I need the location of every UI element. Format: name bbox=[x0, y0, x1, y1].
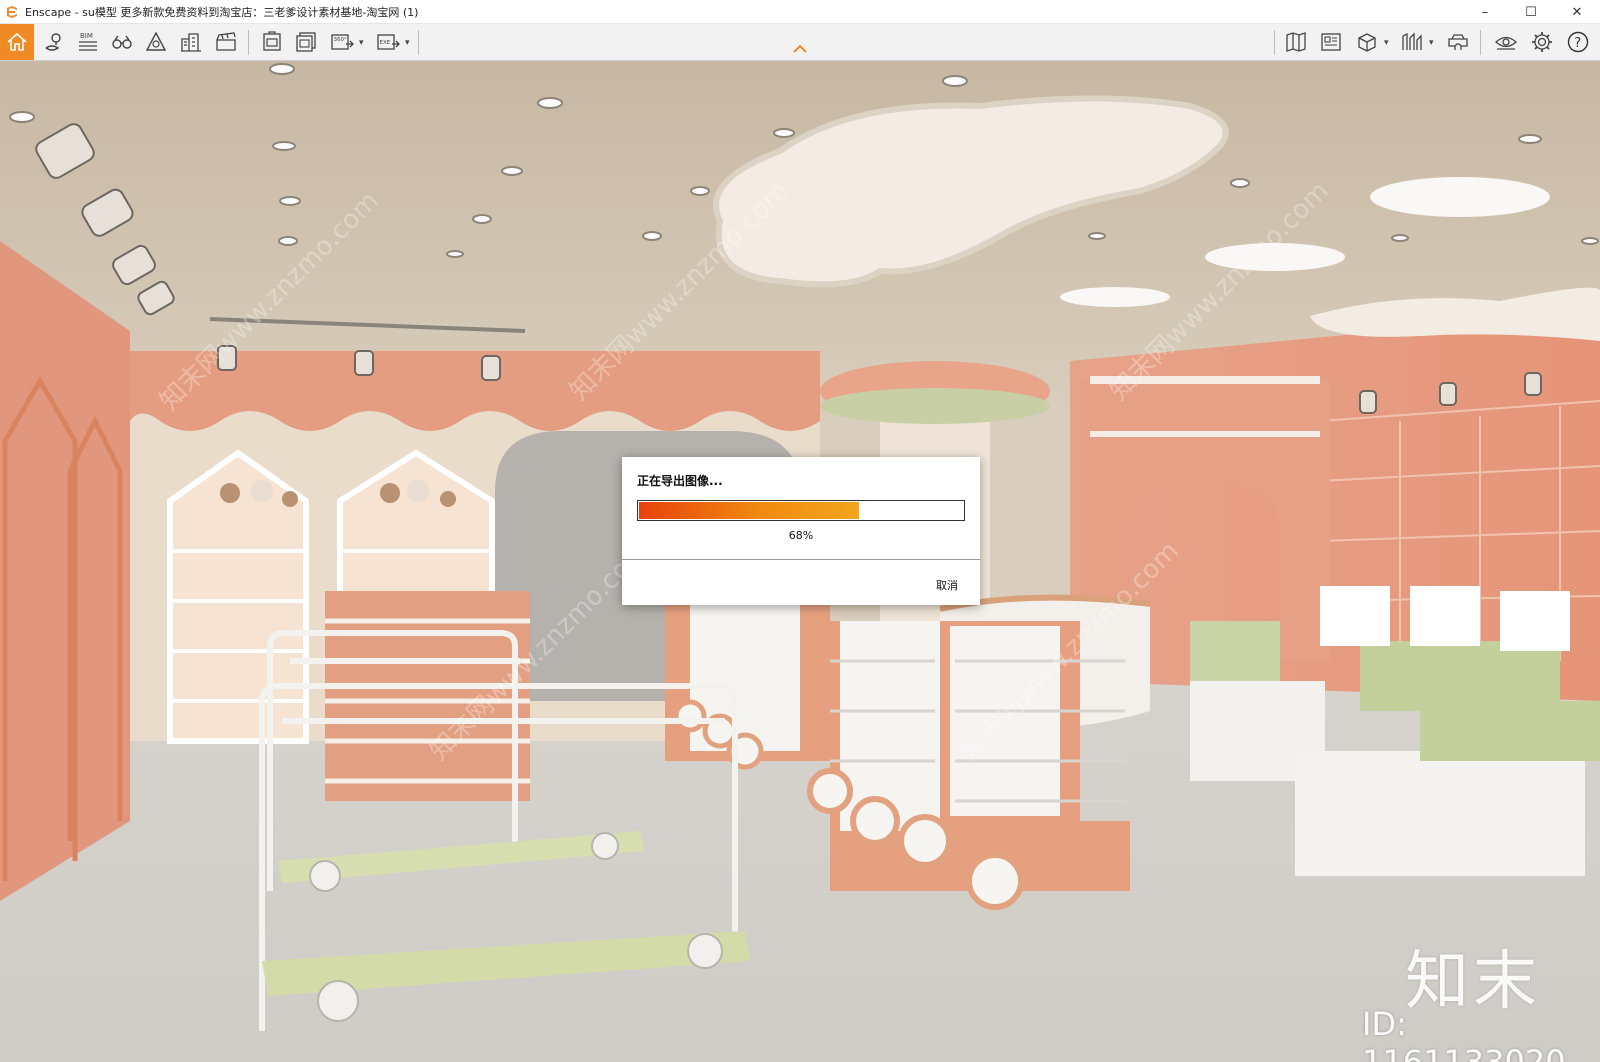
progress-bar bbox=[637, 500, 965, 521]
map-icon bbox=[1286, 32, 1306, 52]
image-gallery-icon bbox=[1321, 33, 1341, 51]
asset-library-icon bbox=[145, 31, 167, 51]
svg-text:BIM: BIM bbox=[80, 32, 93, 40]
help-button[interactable]: ? bbox=[1562, 27, 1594, 57]
home-button[interactable] bbox=[0, 24, 34, 60]
svg-text:360°: 360° bbox=[334, 37, 347, 43]
visual-settings-button[interactable] bbox=[1490, 27, 1522, 57]
export-exe-icon: EXE bbox=[377, 34, 400, 50]
binoculars-icon bbox=[112, 35, 132, 49]
views-button[interactable] bbox=[1351, 27, 1383, 57]
close-button[interactable]: ✕ bbox=[1554, 0, 1600, 24]
map-button[interactable] bbox=[1280, 27, 1312, 57]
location-pin-icon bbox=[45, 33, 61, 51]
buildings-icon bbox=[181, 33, 201, 52]
video-editor-button[interactable] bbox=[210, 27, 242, 57]
home-icon bbox=[7, 32, 27, 51]
asset-library-button[interactable] bbox=[140, 27, 172, 57]
clapperboard-icon bbox=[216, 32, 236, 51]
progress-percent: 68% bbox=[788, 529, 814, 542]
cancel-button[interactable]: 取消 bbox=[936, 577, 958, 593]
bim-button[interactable]: BIM bbox=[72, 27, 104, 57]
views-dropdown-chevron-icon[interactable]: ▾ bbox=[1384, 38, 1389, 48]
vr-button[interactable] bbox=[1442, 27, 1474, 57]
panorama-360-icon: 360° bbox=[331, 34, 354, 50]
progress-bar-fill bbox=[639, 502, 859, 519]
panorama-button[interactable]: 360° bbox=[326, 27, 358, 57]
toolbar: BIM 360° ▾ EXE ▾ ▾ ▾ ? bbox=[0, 24, 1600, 61]
dialog-title: 正在导出图像... bbox=[637, 474, 723, 488]
window-title: Enscape - su模型 更多新款免费资料到淘宝店：三老爹设计素材基地-淘宝… bbox=[25, 5, 419, 19]
export-exe-button[interactable]: EXE bbox=[372, 27, 404, 57]
settings-button[interactable] bbox=[1526, 27, 1558, 57]
title-bar: Enscape - su模型 更多新款免费资料到淘宝店：三老爹设计素材基地-淘宝… bbox=[0, 0, 1600, 24]
panorama-dropdown-chevron-icon[interactable]: ▾ bbox=[359, 38, 364, 48]
buildings-button[interactable] bbox=[175, 27, 207, 57]
measure-dropdown-chevron-icon[interactable]: ▾ bbox=[1429, 38, 1434, 48]
batch-render-icon bbox=[296, 32, 316, 52]
enscape-logo-icon bbox=[7, 5, 17, 18]
svg-text:EXE: EXE bbox=[380, 40, 391, 46]
render-screenshot-icon bbox=[263, 31, 281, 51]
maximize-button[interactable]: ☐ bbox=[1508, 0, 1554, 24]
batch-render-button[interactable] bbox=[290, 27, 322, 57]
walk-mode-button[interactable] bbox=[106, 27, 138, 57]
vr-headset-icon bbox=[1448, 34, 1468, 50]
minimize-button[interactable]: – bbox=[1462, 0, 1508, 24]
measure-icon bbox=[1402, 32, 1422, 50]
cube-icon bbox=[1358, 33, 1376, 52]
bim-icon: BIM bbox=[79, 32, 97, 51]
collapse-toolbar-chevron-icon[interactable] bbox=[792, 44, 808, 54]
export-progress-dialog: 正在导出图像... 68% 取消 bbox=[622, 457, 980, 605]
measure-button[interactable] bbox=[1396, 27, 1428, 57]
gear-icon bbox=[1532, 32, 1552, 52]
help-icon: ? bbox=[1567, 31, 1589, 53]
watermark-id: ID: 1161133020 bbox=[1362, 1005, 1566, 1062]
visual-settings-eye-icon bbox=[1495, 36, 1517, 50]
export-dropdown-chevron-icon[interactable]: ▾ bbox=[405, 38, 410, 48]
dialog-divider bbox=[622, 559, 980, 560]
screenshot-button[interactable] bbox=[256, 27, 288, 57]
location-button[interactable] bbox=[38, 27, 70, 57]
gallery-button[interactable] bbox=[1315, 27, 1347, 57]
svg-text:?: ? bbox=[1574, 36, 1581, 51]
